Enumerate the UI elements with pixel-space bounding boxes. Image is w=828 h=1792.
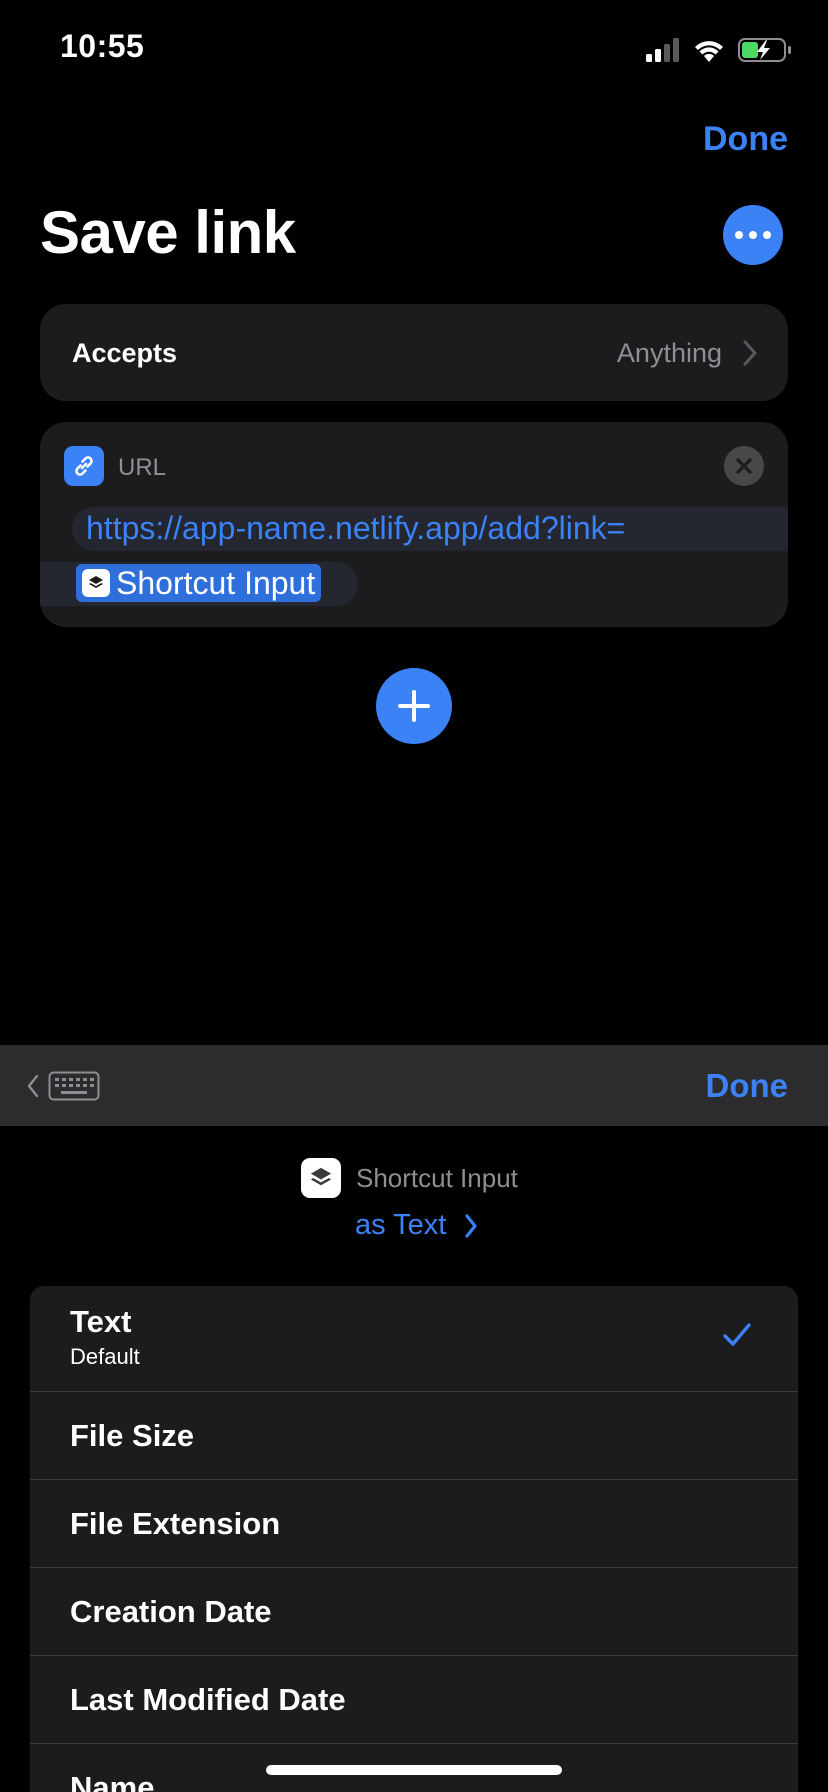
plus-icon xyxy=(398,690,430,722)
option-label: File Size xyxy=(70,1418,195,1453)
as-type-selector[interactable]: as Text xyxy=(355,1209,446,1242)
url-action-label: URL xyxy=(118,454,167,481)
keyboard-toolbar: Done xyxy=(0,1045,828,1126)
toolbar-done-button[interactable]: Done xyxy=(706,1067,789,1105)
home-indicator[interactable] xyxy=(266,1765,562,1775)
more-dot-icon xyxy=(749,231,757,239)
status-time: 10:55 xyxy=(60,28,145,64)
more-options-button[interactable] xyxy=(723,205,783,265)
option-label: Name xyxy=(70,1770,155,1792)
cellular-signal-icon xyxy=(646,38,679,62)
chevron-right-icon xyxy=(743,340,757,366)
keyboard-icon[interactable] xyxy=(48,1071,100,1101)
shortcut-title[interactable]: Save link xyxy=(40,198,296,267)
list-item-creation-date[interactable]: Creation Date xyxy=(30,1568,798,1656)
shortcut-input-token[interactable]: Shortcut Input xyxy=(76,564,322,602)
remove-action-button[interactable] xyxy=(724,446,764,486)
chevron-right-icon[interactable] xyxy=(463,1212,479,1240)
url-text[interactable]: https://app-name.netlify.app/add?link= xyxy=(86,510,625,547)
more-dot-icon xyxy=(763,231,771,239)
option-label: Text xyxy=(70,1304,132,1339)
battery-charging-icon xyxy=(738,38,791,62)
shortcut-input-token-label: Shortcut Input xyxy=(116,565,316,601)
list-item-text[interactable]: Text Default xyxy=(30,1286,798,1392)
option-label: Creation Date xyxy=(70,1594,272,1629)
checkmark-icon xyxy=(723,1323,751,1346)
option-label: Last Modified Date xyxy=(70,1682,346,1717)
accepts-row[interactable]: Accepts Anything xyxy=(40,304,788,401)
list-item-file-size[interactable]: File Size xyxy=(30,1392,798,1480)
link-icon xyxy=(64,446,104,486)
chevron-left-icon[interactable] xyxy=(26,1073,40,1099)
accepts-value: Anything xyxy=(616,338,722,368)
option-label: File Extension xyxy=(70,1506,281,1541)
variable-name: Shortcut Input xyxy=(356,1163,518,1193)
url-action-card[interactable]: URL https://app-name.netlify.app/add?lin… xyxy=(40,422,788,627)
done-button[interactable]: Done xyxy=(703,120,788,159)
shortcut-input-icon xyxy=(82,569,110,597)
list-item-file-extension[interactable]: File Extension xyxy=(30,1480,798,1568)
wifi-icon xyxy=(695,41,723,62)
close-icon xyxy=(736,458,752,474)
variable-type-list: Text Default File Size File Extension Cr… xyxy=(30,1286,798,1792)
add-action-button[interactable] xyxy=(376,668,452,744)
shortcut-input-icon xyxy=(301,1158,341,1198)
accepts-label: Accepts xyxy=(72,338,178,368)
more-dot-icon xyxy=(735,231,743,239)
status-icons xyxy=(646,38,791,62)
list-item-last-modified-date[interactable]: Last Modified Date xyxy=(30,1656,798,1744)
option-sublabel: Default xyxy=(70,1344,140,1369)
